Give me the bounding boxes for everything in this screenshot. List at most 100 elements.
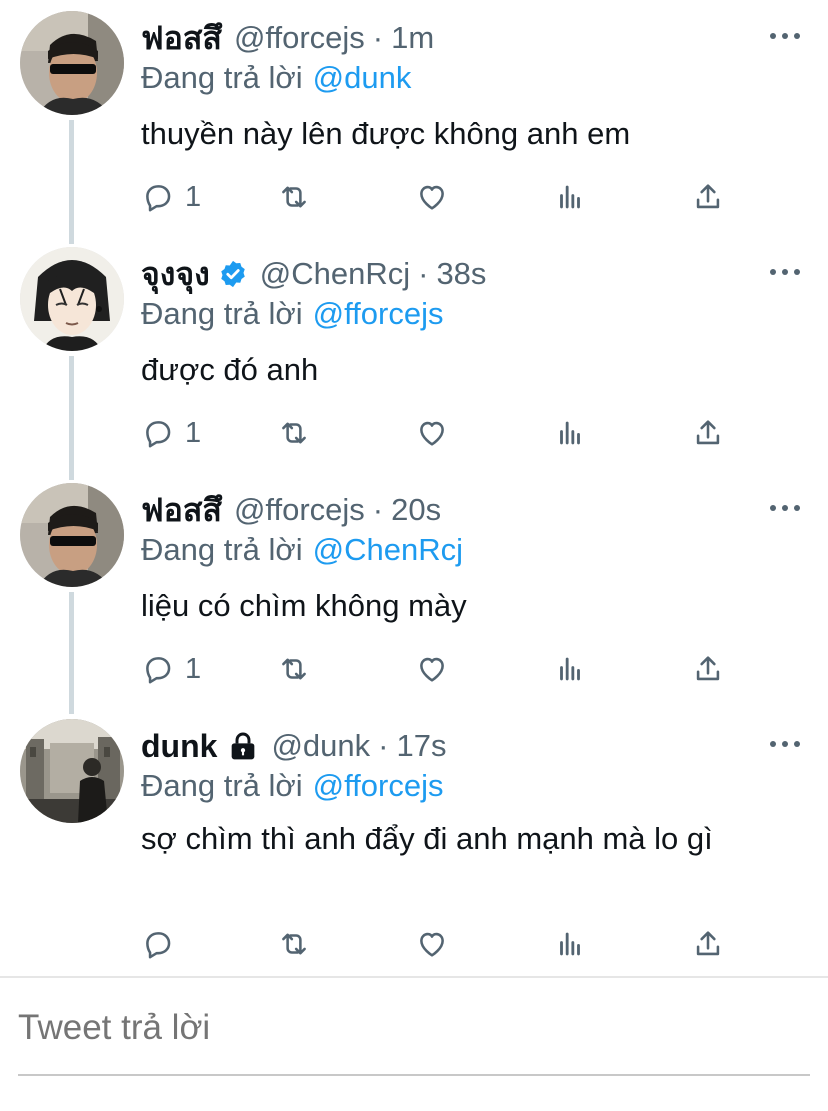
separator-dot: · [378, 728, 389, 763]
timestamp[interactable]: 38s [436, 256, 486, 292]
replying-to-mention[interactable]: @fforcejs [313, 768, 444, 803]
replying-to: Đang trả lời @fforcejs [141, 296, 443, 332]
views-icon [560, 657, 580, 681]
separator-dot: · [418, 256, 429, 291]
reply-button[interactable]: 1 [141, 649, 201, 689]
tweet-text: thuyền này lên được không anh em [141, 116, 631, 151]
author-handle[interactable]: @ChenRcj [260, 256, 410, 292]
reply-count: 1 [185, 180, 202, 213]
reply-button[interactable]: 1 [141, 413, 201, 453]
reply-icon [146, 657, 171, 684]
share-icon [696, 420, 720, 445]
retweet-button[interactable] [277, 413, 311, 453]
more-options-button[interactable] [770, 503, 800, 513]
separator-dot: · [372, 20, 384, 55]
avatar-image [20, 719, 124, 823]
share-icon [696, 931, 720, 956]
replying-to-label: Đang trả lời [141, 296, 303, 331]
avatar[interactable] [20, 11, 124, 115]
replying-to-mention[interactable]: @dunk [313, 60, 412, 95]
author-handle[interactable]: @dunk [271, 728, 370, 764]
like-button[interactable] [415, 649, 449, 689]
reply-composer [0, 976, 828, 1111]
like-button[interactable] [415, 413, 449, 453]
tweet-text: sợ chìm thì anh đẩy đi anh mạnh mà lo gì [141, 821, 713, 856]
more-icon [770, 269, 776, 275]
tweet[interactable]: จุงจุง @ChenRcj · 38s Đang trả lời @fforc… [0, 236, 828, 472]
tweet-header: dunk @dunk · 17s [141, 726, 446, 766]
avatar[interactable] [20, 247, 124, 351]
tweet-header: ฟอสสึ @fforcejs · 1m [141, 18, 434, 58]
tweet-actions [141, 924, 741, 964]
reply-button[interactable] [141, 924, 185, 964]
author-handle[interactable]: @fforcejs [234, 492, 365, 528]
more-icon [770, 741, 776, 747]
replying-to-mention[interactable]: @ChenRcj [313, 532, 463, 567]
timestamp[interactable]: 17s [396, 728, 446, 764]
reply-count: 1 [185, 652, 202, 685]
retweet-button[interactable] [277, 924, 311, 964]
views-icon [560, 421, 580, 445]
like-button[interactable] [415, 924, 449, 964]
avatar[interactable] [20, 719, 124, 823]
avatar-image [20, 11, 124, 115]
replying-to-mention[interactable]: @fforcejs [313, 296, 444, 331]
tweet[interactable]: dunk @dunk · 17s Đang trả lời @fforcejs s… [0, 708, 828, 976]
share-icon [696, 656, 720, 681]
share-icon [696, 184, 720, 209]
reply-count: 1 [185, 416, 202, 449]
heart-icon [420, 421, 444, 446]
replying-to: Đang trả lời @fforcejs [141, 768, 443, 804]
reply-icon [146, 185, 171, 212]
replying-to-label: Đang trả lời [141, 532, 303, 567]
tweet[interactable]: ฟอสสึ @fforcejs · 20s Đang trả lời @ChenR… [0, 472, 828, 708]
author-name[interactable]: dunk [141, 728, 217, 765]
replying-to: Đang trả lời @dunk [141, 60, 411, 96]
avatar-image [20, 483, 124, 587]
views-button[interactable] [553, 649, 587, 689]
views-icon [560, 185, 580, 209]
tweet-header: ฟอสสึ @fforcejs · 20s [141, 490, 441, 530]
separator-dot: · [372, 492, 384, 527]
views-button[interactable] [553, 924, 587, 964]
lock-icon [227, 730, 259, 762]
retweet-button[interactable] [277, 177, 311, 217]
retweet-icon [282, 933, 306, 955]
views-button[interactable] [553, 413, 587, 453]
author-handle[interactable]: @fforcejs [234, 20, 365, 56]
tweet-text: liệu có chìm không mày [141, 588, 467, 623]
share-button[interactable] [691, 924, 725, 964]
heart-icon [420, 185, 444, 210]
share-button[interactable] [691, 649, 725, 689]
avatar[interactable] [20, 483, 124, 587]
author-name[interactable]: ฟอสสึ [141, 13, 222, 64]
tweet-actions: 1 [141, 649, 741, 689]
composer-divider [18, 1074, 810, 1076]
replying-to: Đang trả lời @ChenRcj [141, 532, 463, 568]
timestamp[interactable]: 20s [391, 492, 441, 528]
share-button[interactable] [691, 413, 725, 453]
tweet-actions: 1 [141, 413, 741, 453]
tweet-header: จุงจุง @ChenRcj · 38s [141, 254, 486, 294]
tweet[interactable]: ฟอสสึ @fforcejs · 1m Đang trả lời @dunk t… [0, 0, 828, 236]
retweet-button[interactable] [277, 649, 311, 689]
more-options-button[interactable] [770, 31, 800, 41]
reply-icon [146, 421, 171, 448]
retweet-icon [282, 186, 306, 208]
share-button[interactable] [691, 177, 725, 217]
retweet-icon [282, 658, 306, 680]
more-options-button[interactable] [770, 267, 800, 277]
reply-button[interactable]: 1 [141, 177, 201, 217]
timestamp[interactable]: 1m [391, 20, 434, 56]
views-button[interactable] [553, 177, 587, 217]
reply-input[interactable] [18, 1008, 808, 1048]
author-name[interactable]: ฟอสสึ [141, 485, 222, 536]
tweet-actions: 1 [141, 177, 741, 217]
author-name[interactable]: จุงจุง [141, 249, 210, 300]
tweet-text: được đó anh [141, 352, 319, 387]
avatar-image [20, 247, 124, 351]
like-button[interactable] [415, 177, 449, 217]
more-icon [770, 33, 776, 39]
more-options-button[interactable] [770, 739, 800, 749]
more-icon [770, 505, 776, 511]
